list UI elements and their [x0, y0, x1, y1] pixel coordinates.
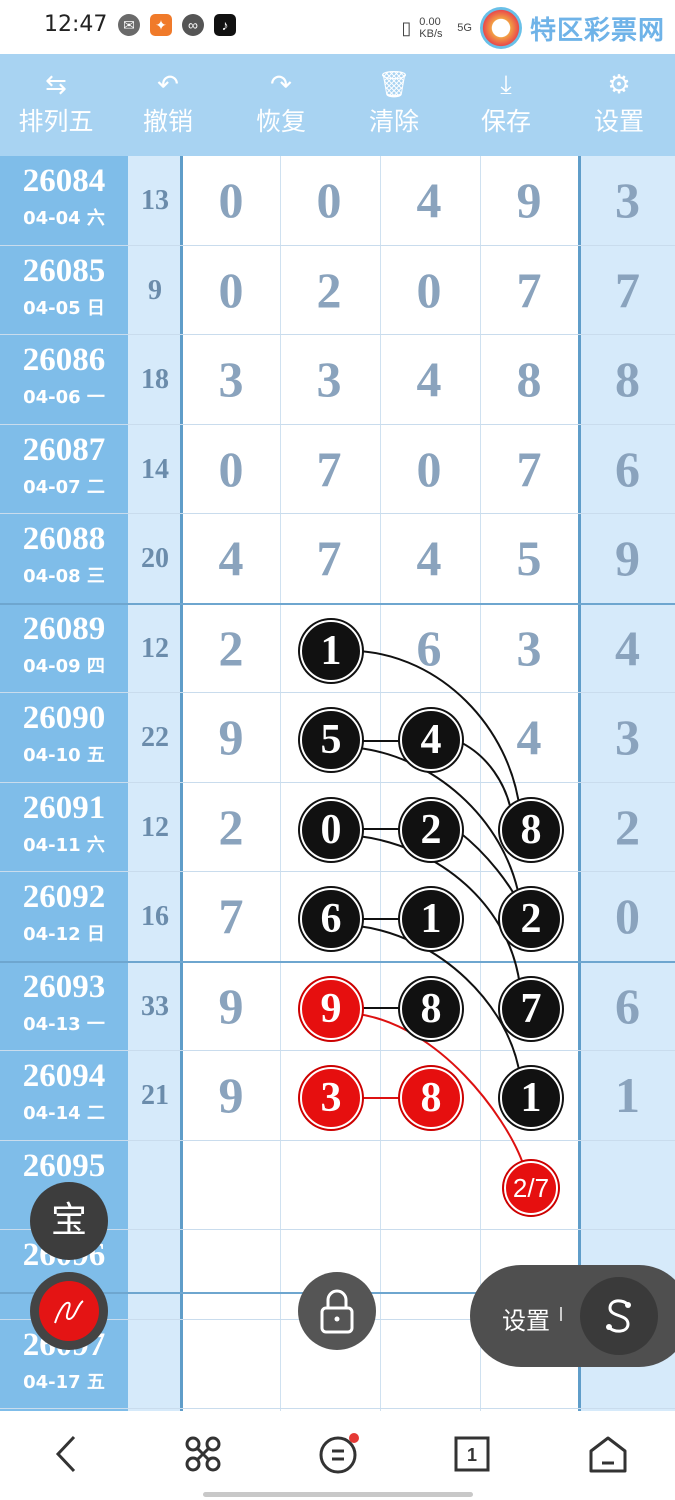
ball-marker[interactable]: 8 [500, 799, 562, 861]
status-right: ▯ 0.00 KB/s 5G 特区彩票网 [401, 7, 665, 49]
menu-icon [319, 1433, 359, 1474]
ball-marker[interactable]: 1 [400, 888, 462, 950]
s-button[interactable] [580, 1277, 658, 1355]
toolbar: ⇆ 排列五 ↶ 撤销 ↷ 恢复 🗑 清除 ⤓ 保存 ⚙ 设置 [0, 54, 675, 156]
vibrate-icon: ▯ [401, 17, 412, 38]
status-time: 12:47 [44, 12, 108, 37]
pen-button[interactable] [30, 1272, 108, 1350]
ball-marker-red[interactable]: 9 [300, 978, 362, 1040]
ball-marker-red[interactable]: 3 [300, 1067, 362, 1129]
toolbar-label: 设置 [593, 107, 644, 136]
floating-settings-pill[interactable]: 设置 [470, 1265, 675, 1367]
undo-button[interactable]: ↶ 撤销 [112, 68, 224, 138]
tabs-button[interactable]: 1 [447, 1429, 497, 1479]
swap-icon: ⇆ [45, 69, 67, 99]
network-speed: 0.00 KB/s [419, 16, 443, 40]
home-icon [589, 1436, 627, 1473]
status-bar: 12:47 ✉ ✦ ∞ ♪ ▯ 0.00 KB/s 5G 特区彩票网 [0, 0, 675, 54]
tab-count-icon: 1 [454, 1436, 490, 1472]
notification-icons: ✉ ✦ ∞ ♪ [118, 14, 236, 36]
lock-icon [320, 1289, 354, 1334]
settings-button[interactable]: ⚙ 设置 [563, 68, 675, 138]
undo-icon: ↶ [157, 69, 179, 99]
ball-marker[interactable]: 5 [300, 709, 362, 771]
signal-indicator: 5G [457, 22, 472, 34]
s-icon [606, 1299, 631, 1333]
ball-marker[interactable]: 4 [400, 709, 462, 771]
bottom-nav: 1 [0, 1411, 675, 1500]
pen-icon [39, 1281, 99, 1341]
app-orange-icon: ✦ [150, 14, 172, 36]
brand-logo [479, 7, 522, 49]
save-button[interactable]: ⤓ 保存 [450, 68, 562, 138]
redo-icon: ↷ [270, 69, 292, 99]
chevron-left-icon [55, 1435, 76, 1473]
ball-marker[interactable]: 2 [400, 799, 462, 861]
lock-button[interactable] [298, 1272, 376, 1350]
brand-watermark: 特区彩票网 [529, 15, 665, 46]
ball-marker[interactable]: 6 [300, 888, 362, 950]
gesture-handle[interactable] [203, 1492, 473, 1497]
toolbar-label: 恢复 [255, 107, 306, 136]
download-icon: ⤓ [500, 69, 512, 99]
gear-icon: ⚙ [607, 69, 631, 99]
toolbar-label: 撤销 [142, 107, 193, 136]
ball-marker[interactable]: 1 [300, 620, 362, 682]
menu-button[interactable] [313, 1429, 363, 1479]
ball-prediction[interactable]: 2/7 [504, 1161, 558, 1215]
toolbar-label: 排列五 [18, 107, 94, 136]
ball-marker[interactable]: 7 [500, 978, 562, 1040]
divider-mark [560, 1307, 562, 1321]
ball-marker[interactable]: 8 [400, 978, 462, 1040]
redo-button[interactable]: ↷ 恢复 [225, 68, 337, 138]
floating-settings-label: 设置 [502, 1307, 550, 1335]
home-button[interactable] [583, 1429, 633, 1479]
ball-marker[interactable]: 2 [500, 888, 562, 950]
tiktok-icon: ♪ [214, 14, 236, 36]
wechat-icon: ✉ [118, 14, 140, 36]
toolbar-label: 清除 [368, 107, 419, 136]
app-link-icon: ∞ [182, 14, 204, 36]
command-icon [185, 1436, 221, 1472]
ball-marker-red[interactable]: 8 [400, 1067, 462, 1129]
clear-button[interactable]: 🗑 清除 [338, 68, 450, 138]
trash-icon: 🗑 [377, 69, 411, 99]
toolbar-label: 保存 [480, 107, 531, 136]
back-button[interactable] [42, 1429, 92, 1479]
ball-marker[interactable]: 0 [300, 799, 362, 861]
bao-button[interactable]: 宝 [30, 1182, 108, 1260]
lottery-switch-button[interactable]: ⇆ 排列五 [0, 68, 112, 138]
ball-marker[interactable]: 1 [500, 1067, 562, 1129]
svg-text:1: 1 [467, 1445, 477, 1465]
multitask-button[interactable] [178, 1429, 228, 1479]
